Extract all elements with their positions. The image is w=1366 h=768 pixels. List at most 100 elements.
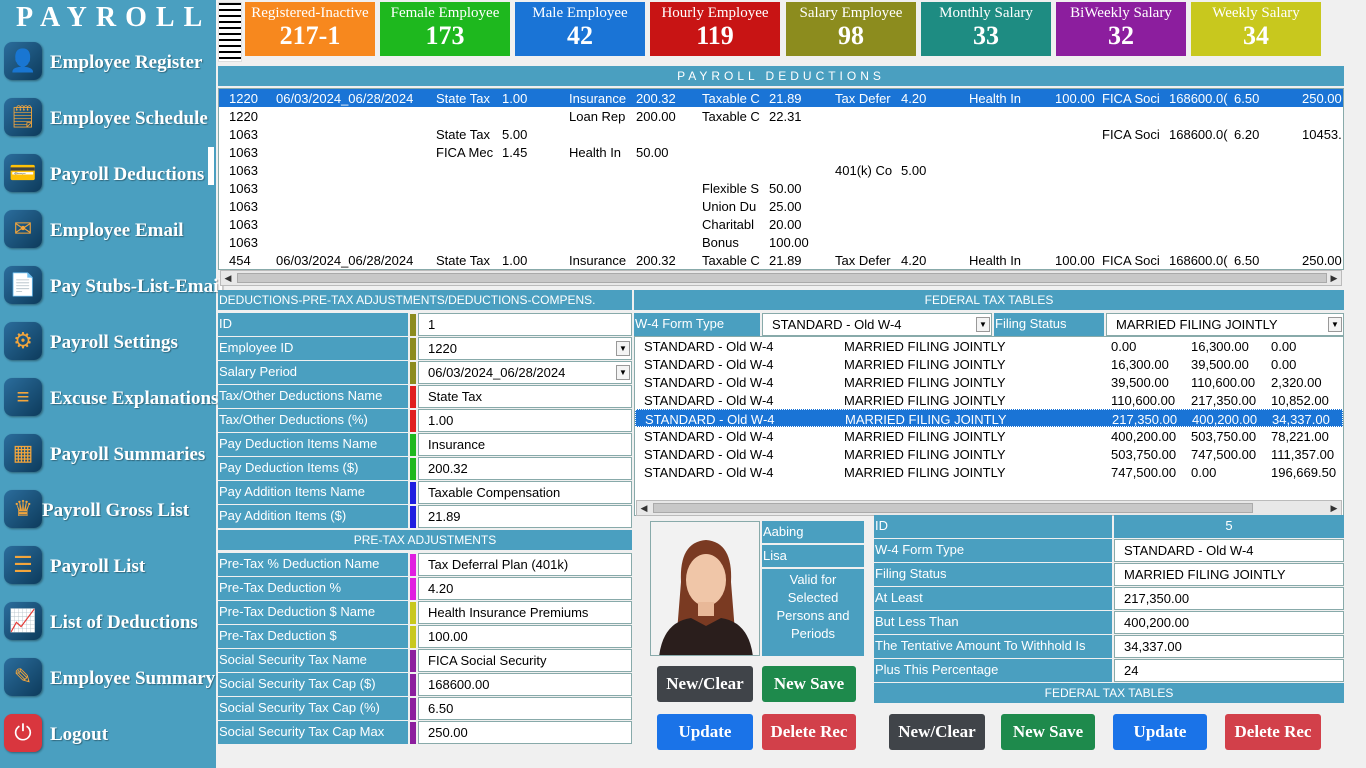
field-input[interactable]: 200.32	[418, 457, 632, 480]
field-input[interactable]: MARRIED FILING JOINTLY	[1114, 563, 1344, 586]
field-input[interactable]: 6.50	[418, 697, 632, 720]
nav-item-logout[interactable]: ⏻ Logout	[0, 706, 216, 758]
field-input[interactable]: 5	[1114, 515, 1344, 538]
stat-card-biweekly-salary[interactable]: BiWeekly Salary 32	[1056, 2, 1186, 56]
field-input[interactable]: 1220 ▼	[418, 337, 632, 360]
w4-form-type-select[interactable]: STANDARD - Old W-4 ▼	[762, 313, 992, 336]
table-row[interactable]: 1063 401(k) Co 5.00	[219, 161, 1343, 179]
federal-new-clear-button[interactable]: New/Clear	[889, 714, 985, 750]
table-cell: 1063	[229, 163, 258, 178]
update-button[interactable]: Update	[657, 714, 753, 750]
nav-item-payroll-list[interactable]: ☰ Payroll List	[0, 538, 216, 590]
scroll-right-icon[interactable]: ▶	[1327, 501, 1341, 515]
filing-status-select[interactable]: MARRIED FILING JOINTLY ▼	[1106, 313, 1344, 336]
table-row[interactable]: STANDARD - Old W-4 MARRIED FILING JOINTLY…	[635, 463, 1343, 481]
table-row[interactable]: STANDARD - Old W-4 MARRIED FILING JOINTLY…	[635, 337, 1343, 355]
federal-grid-scrollbar[interactable]: ◀ ▶	[636, 500, 1342, 516]
table-cell: 21.89	[769, 91, 802, 106]
table-row[interactable]: STANDARD - Old W-4 MARRIED FILING JOINTLY…	[635, 391, 1343, 409]
nav-item-employee-summary[interactable]: ✎ Employee Summary	[0, 650, 216, 702]
field-tax-other-deductions-name: Tax/Other Deductions Name State Tax	[218, 385, 632, 409]
stat-card-monthly-salary[interactable]: Monthly Salary 33	[921, 2, 1051, 56]
chevron-down-icon[interactable]: ▼	[976, 317, 990, 332]
field-input[interactable]: 1.00	[418, 409, 632, 432]
federal-tax-grid[interactable]: STANDARD - Old W-4 MARRIED FILING JOINTLY…	[634, 336, 1344, 516]
chevron-down-icon[interactable]: ▼	[616, 365, 630, 380]
deductions-grid[interactable]: 1220 06/03/2024_06/28/2024 State Tax 1.00 In…	[218, 88, 1344, 270]
scroll-thumb[interactable]	[653, 503, 1253, 513]
table-cell: Bonus	[702, 235, 739, 250]
stat-card-male-employee[interactable]: Male Employee 42	[515, 2, 645, 56]
table-row[interactable]: STANDARD - Old W-4 MARRIED FILING JOINTLY…	[635, 427, 1343, 445]
stat-card-hourly-employee[interactable]: Hourly Employee 119	[650, 2, 780, 56]
table-row[interactable]: 1063 Bonus 100.00	[219, 233, 1343, 251]
scroll-thumb[interactable]	[237, 273, 1327, 283]
table-cell: STANDARD - Old W-4	[644, 465, 774, 480]
hamburger-menu-icon[interactable]	[218, 2, 242, 62]
deductions-form-header: DEDUCTIONS-PRE-TAX ADJUSTMENTS/DEDUCTION…	[218, 290, 632, 310]
nav-item-payroll-summaries[interactable]: ▦ Payroll Summaries	[0, 426, 216, 478]
table-row[interactable]: 1063 Charitabl 20.00	[219, 215, 1343, 233]
field-input[interactable]: 06/03/2024_06/28/2024 ▼	[418, 361, 632, 384]
federal-new-save-button[interactable]: New Save	[1001, 714, 1095, 750]
table-row[interactable]: STANDARD - Old W-4 MARRIED FILING JOINTLY…	[635, 355, 1343, 373]
stat-card-female-employee[interactable]: Female Employee 173	[380, 2, 510, 56]
field-input[interactable]: State Tax	[418, 385, 632, 408]
table-row[interactable]: STANDARD - Old W-4 MARRIED FILING JOINTLY…	[635, 373, 1343, 391]
new-save-button[interactable]: New Save	[762, 666, 856, 702]
table-row[interactable]: 1063 FICA Mec 1.45 Health In 50.00	[219, 143, 1343, 161]
field-input[interactable]: Insurance	[418, 433, 632, 456]
field-input[interactable]: 217,350.00	[1114, 587, 1344, 610]
delete-record-button[interactable]: Delete Rec	[762, 714, 856, 750]
table-row[interactable]: 1220 Loan Rep 200.00 Taxable C 22.31	[219, 107, 1343, 125]
field-label: Plus This Percentage	[874, 659, 1112, 682]
nav-item-payroll-deductions[interactable]: 💳 Payroll Deductions	[0, 146, 216, 198]
field-input[interactable]: Taxable Compensation	[418, 481, 632, 504]
nav-item-payroll-gross-list[interactable]: ♛ Payroll Gross List	[0, 482, 216, 534]
stat-card-weekly-salary[interactable]: Weekly Salary 34	[1191, 2, 1321, 56]
nav-item-employee-schedule[interactable]: 🗒 Employee Schedule	[0, 90, 216, 142]
field-input[interactable]: 100.00	[418, 625, 632, 648]
chevron-down-icon[interactable]: ▼	[616, 341, 630, 356]
federal-update-button[interactable]: Update	[1113, 714, 1207, 750]
table-row[interactable]: 1220 06/03/2024_06/28/2024 State Tax 1.00 In…	[219, 89, 1343, 107]
field-input[interactable]: 250.00	[418, 721, 632, 744]
field-value: State Tax	[428, 389, 482, 404]
field-input[interactable]: FICA Social Security	[418, 649, 632, 672]
stat-card-salary-employee[interactable]: Salary Employee 98	[786, 2, 916, 56]
scroll-left-icon[interactable]: ◀	[221, 271, 235, 285]
field-input[interactable]: 168600.00	[418, 673, 632, 696]
nav-item-excuse-explanations[interactable]: ≡ Excuse Explanations	[0, 370, 218, 422]
scroll-left-icon[interactable]: ◀	[637, 501, 651, 515]
pretax-header: PRE-TAX ADJUSTMENTS	[218, 530, 632, 550]
scroll-right-icon[interactable]: ▶	[1327, 271, 1341, 285]
new-clear-button[interactable]: New/Clear	[657, 666, 753, 702]
table-row[interactable]: 1063 Union Du 25.00	[219, 197, 1343, 215]
field-input[interactable]: 400,200.00	[1114, 611, 1344, 634]
chevron-down-icon[interactable]: ▼	[1328, 317, 1342, 332]
table-cell: 250.00	[1302, 253, 1342, 268]
table-row[interactable]: 454 06/03/2024_06/28/2024 State Tax 1.00 Ins…	[219, 251, 1343, 269]
field-input[interactable]: 1	[418, 313, 632, 336]
table-row[interactable]: STANDARD - Old W-4 MARRIED FILING JOINTLY…	[635, 409, 1343, 427]
field-input[interactable]: 21.89	[418, 505, 632, 528]
field-value: 200.32	[428, 461, 468, 476]
nav-item-pay-stubs-list-email[interactable]: 📄 Pay Stubs-List-Email	[0, 258, 224, 310]
field-input[interactable]: STANDARD - Old W-4	[1114, 539, 1344, 562]
federal-delete-record-button[interactable]: Delete Rec	[1225, 714, 1321, 750]
nav-item-employee-email[interactable]: ✉ Employee Email	[0, 202, 216, 254]
field-input[interactable]: 24	[1114, 659, 1344, 682]
field-input[interactable]: Health Insurance Premiums	[418, 601, 632, 624]
field-input[interactable]: 4.20	[418, 577, 632, 600]
nav-item-employee-register[interactable]: 👤 Employee Register	[0, 34, 216, 86]
nav-item-list-of-deductions[interactable]: 📈 List of Deductions	[0, 594, 216, 646]
table-row[interactable]: 1063 State Tax 5.00 FICA Soci 168600.0(6.20 1…	[219, 125, 1343, 143]
field-input[interactable]: Tax Deferral Plan (401k)	[418, 553, 632, 576]
table-row[interactable]: 1063 Flexible S 50.00	[219, 179, 1343, 197]
nav-item-payroll-settings[interactable]: ⚙ Payroll Settings	[0, 314, 216, 366]
table-cell: Taxable C	[702, 91, 760, 106]
field-input[interactable]: 34,337.00	[1114, 635, 1344, 658]
stat-card-registered-inactive[interactable]: Registered-Inactive 217-1	[245, 2, 375, 56]
deductions-grid-scrollbar[interactable]: ◀ ▶	[220, 270, 1342, 286]
table-row[interactable]: STANDARD - Old W-4 MARRIED FILING JOINTLY…	[635, 445, 1343, 463]
